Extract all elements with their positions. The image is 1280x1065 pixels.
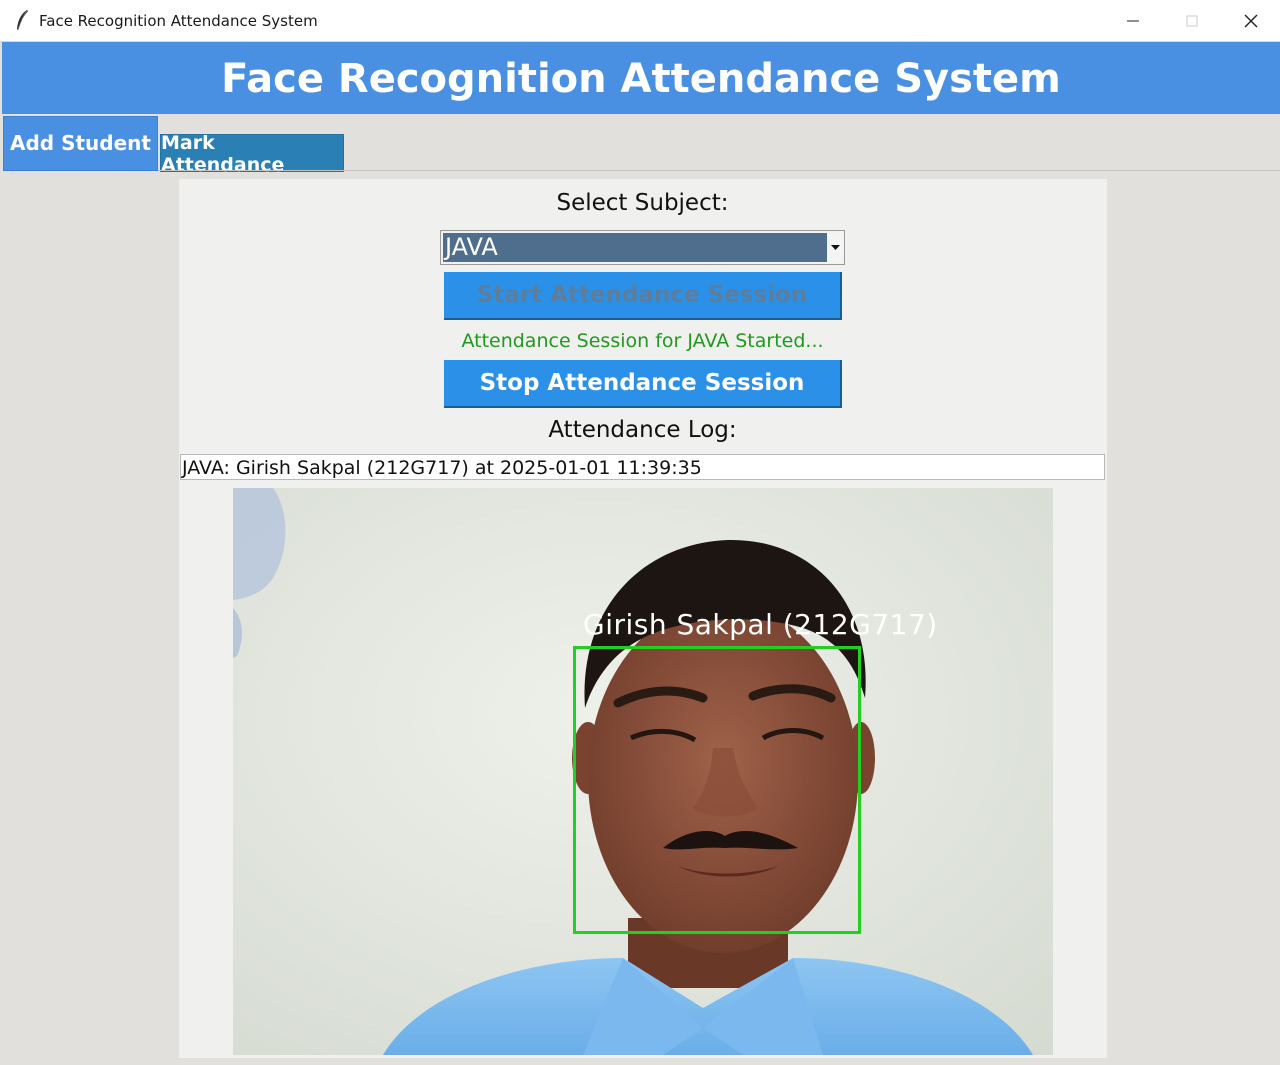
window-title: Face Recognition Attendance System xyxy=(39,12,318,30)
app-window: Face Recognition Attendance System Face … xyxy=(0,0,1280,1065)
page-title: Face Recognition Attendance System xyxy=(221,56,1061,102)
minimize-icon xyxy=(1127,20,1139,21)
face-bounding-box xyxy=(573,646,861,934)
minimize-button[interactable] xyxy=(1104,0,1162,41)
tab-mark-attendance[interactable]: Mark Attendance xyxy=(160,132,344,176)
tab-label: Add Student xyxy=(10,130,151,155)
tab-divider xyxy=(158,170,1280,171)
tab-add-student[interactable]: Add Student xyxy=(3,116,158,171)
dropdown-arrow-button[interactable] xyxy=(828,233,843,262)
start-session-button[interactable]: Start Attendance Session xyxy=(444,272,842,320)
maximize-button[interactable] xyxy=(1163,0,1221,41)
title-bar[interactable]: Face Recognition Attendance System xyxy=(0,0,1280,42)
subject-label: Select Subject: xyxy=(556,190,729,216)
subject-select-value: JAVA xyxy=(443,233,827,262)
close-icon xyxy=(1244,14,1258,27)
session-status: Attendance Session for JAVA Started... xyxy=(461,330,824,352)
attendance-log-label: Attendance Log: xyxy=(548,417,737,443)
close-button[interactable] xyxy=(1222,0,1280,41)
camera-feed: Girish Sakpal (212G717) xyxy=(233,488,1053,1055)
maximize-icon xyxy=(1186,15,1198,26)
chevron-down-icon xyxy=(831,244,840,250)
stop-session-label: Stop Attendance Session xyxy=(479,370,805,396)
detected-face-label: Girish Sakpal (212G717) xyxy=(583,608,938,641)
start-session-label: Start Attendance Session xyxy=(476,282,808,308)
subject-select[interactable]: JAVA xyxy=(440,230,845,265)
stop-session-button[interactable]: Stop Attendance Session xyxy=(444,360,842,408)
header-banner: Face Recognition Attendance System xyxy=(2,42,1280,114)
feather-icon xyxy=(17,9,28,31)
attendance-log-list[interactable]: JAVA: Girish Sakpal (212G717) at 2025-01… xyxy=(180,454,1105,480)
log-entry[interactable]: JAVA: Girish Sakpal (212G717) at 2025-01… xyxy=(182,457,702,479)
